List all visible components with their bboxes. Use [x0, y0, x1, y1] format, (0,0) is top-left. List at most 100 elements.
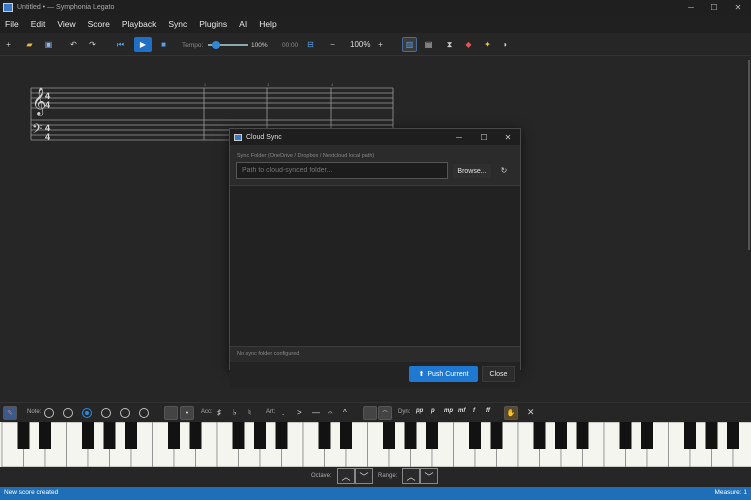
- accent-icon[interactable]: >: [297, 408, 302, 417]
- black-key[interactable]: [318, 422, 331, 449]
- refresh-icon[interactable]: ↻: [498, 164, 510, 176]
- note-half-radio[interactable]: [63, 408, 73, 418]
- plugin-icon[interactable]: ◆: [461, 37, 476, 52]
- close-button[interactable]: Close: [482, 366, 515, 382]
- pencil-icon[interactable]: ✎: [3, 406, 17, 420]
- vertical-scrollbar[interactable]: [748, 60, 750, 250]
- note-whole-radio[interactable]: [44, 408, 54, 418]
- menu-playback[interactable]: Playback: [117, 19, 164, 29]
- palette-bar: ✎ Note: • Acc: ♯ ♭ ♮ Art: . > — 𝄐 ^ ⌒ Dy…: [0, 402, 751, 422]
- black-key[interactable]: [17, 422, 30, 449]
- black-key[interactable]: [727, 422, 739, 449]
- range-up-button[interactable]: ︿: [402, 468, 420, 484]
- sync-folder-input[interactable]: [236, 162, 448, 179]
- dynamic-p[interactable]: p: [431, 408, 435, 414]
- piano-icon[interactable]: ▥: [402, 37, 417, 52]
- fermata-icon[interactable]: 𝄐: [328, 408, 332, 418]
- undo-icon[interactable]: ↶: [66, 37, 81, 52]
- minimize-icon[interactable]: ─: [679, 0, 703, 15]
- black-key[interactable]: [189, 422, 202, 449]
- close-window-icon[interactable]: ✕: [726, 0, 750, 15]
- black-key[interactable]: [404, 422, 417, 449]
- browse-button[interactable]: Browse...: [453, 164, 491, 178]
- black-key[interactable]: [426, 422, 438, 449]
- black-key[interactable]: [383, 422, 395, 449]
- piano-keyboard[interactable]: [0, 422, 751, 467]
- black-key[interactable]: [641, 422, 653, 449]
- black-key[interactable]: [576, 422, 589, 449]
- dynamic-mf[interactable]: mf: [458, 408, 465, 414]
- black-key[interactable]: [168, 422, 180, 449]
- black-key[interactable]: [555, 422, 567, 449]
- black-key[interactable]: [619, 422, 632, 449]
- stop-icon[interactable]: ■: [156, 37, 171, 52]
- menu-file[interactable]: File: [0, 19, 26, 29]
- ai-sparkle-icon[interactable]: ✦: [480, 37, 495, 52]
- note-eighth-radio[interactable]: [101, 408, 111, 418]
- rest-toggle[interactable]: [164, 406, 178, 420]
- menu-sync[interactable]: Sync: [163, 19, 194, 29]
- black-key[interactable]: [232, 422, 245, 449]
- play-icon[interactable]: ▶: [134, 37, 152, 52]
- dynamic-f[interactable]: f: [473, 408, 475, 414]
- dynamic-mp[interactable]: mp: [444, 408, 453, 414]
- dynamic-ff[interactable]: ff: [486, 408, 490, 414]
- note-quarter-radio[interactable]: [82, 408, 92, 418]
- save-icon[interactable]: ▣: [41, 37, 56, 52]
- black-key[interactable]: [275, 422, 288, 449]
- zoom-in-icon[interactable]: +: [373, 37, 388, 52]
- new-icon[interactable]: +: [1, 37, 16, 52]
- octave-down-button[interactable]: ﹀: [355, 468, 373, 484]
- zoom-out-icon[interactable]: −: [325, 37, 340, 52]
- natural-icon[interactable]: ♮: [248, 408, 251, 417]
- clear-icon[interactable]: ✕: [527, 407, 535, 418]
- black-key[interactable]: [705, 422, 718, 449]
- menu-score[interactable]: Score: [83, 19, 117, 29]
- menu-edit[interactable]: Edit: [26, 19, 53, 29]
- theme-toggle-icon[interactable]: ◑: [497, 37, 512, 52]
- range-down-button[interactable]: ﹀: [420, 468, 438, 484]
- sync-file-list[interactable]: [230, 185, 520, 347]
- note-sixteenth-radio[interactable]: [120, 408, 130, 418]
- dialog-minimize-icon[interactable]: ─: [449, 129, 469, 145]
- piano-keys[interactable]: [0, 422, 751, 467]
- tenuto-icon[interactable]: —: [312, 408, 320, 417]
- note-thirtysecond-radio[interactable]: [139, 408, 149, 418]
- redo-icon[interactable]: ↷: [85, 37, 100, 52]
- tempo-slider[interactable]: [208, 41, 248, 49]
- black-key[interactable]: [469, 422, 481, 449]
- marcato-icon[interactable]: ^: [343, 408, 347, 417]
- black-key[interactable]: [490, 422, 503, 449]
- sharp-icon[interactable]: ♯: [217, 408, 221, 417]
- menu-ai[interactable]: AI: [234, 19, 254, 29]
- black-key[interactable]: [254, 422, 266, 449]
- black-key[interactable]: [533, 422, 546, 449]
- rewind-icon[interactable]: ⏮: [113, 37, 128, 52]
- hourglass-icon[interactable]: ⧗: [442, 37, 457, 52]
- black-key[interactable]: [39, 422, 51, 449]
- mixer-icon[interactable]: ▤: [421, 37, 436, 52]
- dot-toggle[interactable]: •: [180, 406, 194, 420]
- black-key[interactable]: [340, 422, 352, 449]
- dynamic-pp[interactable]: pp: [416, 408, 423, 414]
- menu-help[interactable]: Help: [254, 19, 283, 29]
- metronome-icon[interactable]: ⊟: [303, 37, 318, 52]
- menu-view[interactable]: View: [52, 19, 82, 29]
- open-folder-icon[interactable]: ▰: [22, 37, 37, 52]
- tuplet-toggle[interactable]: ⌒: [378, 406, 392, 420]
- dialog-maximize-icon[interactable]: ☐: [474, 129, 494, 145]
- flat-icon[interactable]: ♭: [233, 408, 237, 417]
- push-current-button[interactable]: ⬆ Push Current: [409, 366, 478, 382]
- black-key[interactable]: [684, 422, 696, 449]
- black-key[interactable]: [82, 422, 94, 449]
- tie-toggle[interactable]: [363, 406, 377, 420]
- menu-plugins[interactable]: Plugins: [194, 19, 234, 29]
- staccato-icon[interactable]: .: [282, 408, 284, 417]
- hand-icon[interactable]: ✋: [504, 406, 518, 420]
- black-key[interactable]: [125, 422, 137, 449]
- octave-up-button[interactable]: ︿: [337, 468, 355, 484]
- dialog-close-icon[interactable]: ✕: [498, 129, 518, 145]
- tempo-slider-knob[interactable]: [212, 41, 220, 49]
- maximize-icon[interactable]: ☐: [702, 0, 726, 15]
- black-key[interactable]: [103, 422, 116, 449]
